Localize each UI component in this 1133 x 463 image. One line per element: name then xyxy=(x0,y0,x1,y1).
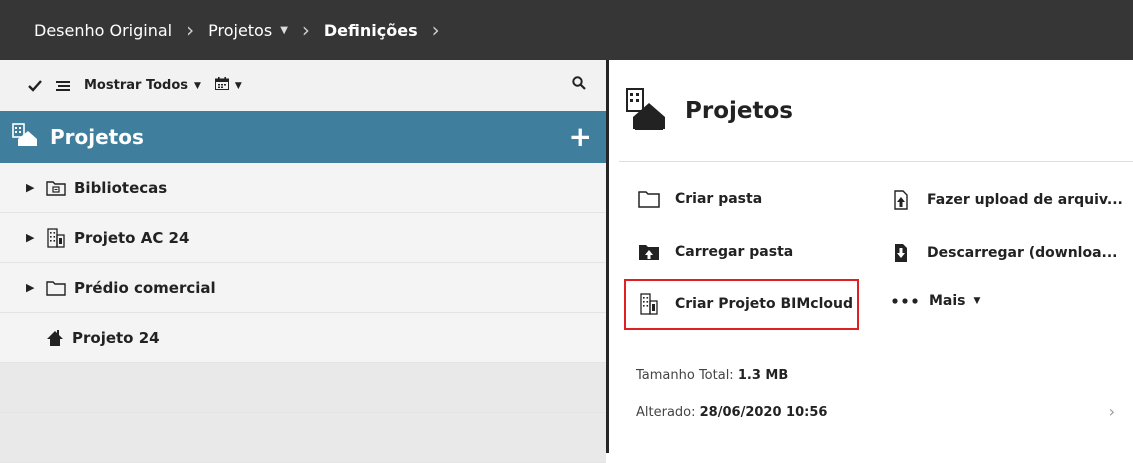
calendar-dropdown[interactable]: ▼ xyxy=(214,77,242,94)
projects-icon xyxy=(12,123,38,151)
list-icon[interactable] xyxy=(56,80,70,92)
chevron-right-icon: › xyxy=(186,18,195,42)
calendar-icon xyxy=(214,77,229,94)
house-icon xyxy=(46,329,64,347)
more-dots-icon xyxy=(889,298,921,304)
total-size-value: 1.3 MB xyxy=(737,368,789,383)
expand-arrow-icon[interactable]: ▶ xyxy=(26,281,36,294)
tree-toolbar: Mostrar Todos ▼ ▼ xyxy=(0,60,606,111)
download-label: Descarregar (downloa... xyxy=(927,245,1118,261)
more-dropdown[interactable]: Mais ▼ xyxy=(889,293,980,309)
building-icon xyxy=(46,227,66,248)
total-size-label: Tamanho Total: xyxy=(636,368,734,383)
upload-files-button[interactable]: Fazer upload de arquiv... xyxy=(889,190,1123,210)
show-all-dropdown[interactable]: Mostrar Todos ▼ xyxy=(84,78,201,93)
chevron-right-icon[interactable]: › xyxy=(1109,402,1115,421)
upload-folder-button[interactable]: Carregar pasta xyxy=(637,243,793,261)
details-title: Projetos xyxy=(685,98,793,124)
folder-icon xyxy=(46,280,66,296)
caret-down-icon: ▼ xyxy=(973,296,981,306)
project-tree: ▶ Bibliotecas ▶ Projeto AC 24 ▶ Prédio c… xyxy=(0,163,606,463)
total-size: Tamanho Total: 1.3 MB xyxy=(636,368,788,383)
upload-folder-icon xyxy=(637,243,661,261)
tree-item-projeto-ac-24[interactable]: ▶ Projeto AC 24 xyxy=(0,213,606,263)
tree-item-label: Prédio comercial xyxy=(74,278,216,297)
tree-item-label: Projeto 24 xyxy=(72,328,160,347)
folder-icon xyxy=(637,190,661,208)
divider-line xyxy=(619,161,1133,162)
checkmark-icon[interactable] xyxy=(28,79,42,92)
create-folder-button[interactable]: Criar pasta xyxy=(637,190,762,208)
caret-down-icon: ▼ xyxy=(194,80,201,91)
create-folder-label: Criar pasta xyxy=(675,191,763,207)
tree-item-projeto-24[interactable]: Projeto 24 xyxy=(0,313,606,363)
empty-row xyxy=(0,363,606,413)
tree-item-bibliotecas[interactable]: ▶ Bibliotecas xyxy=(0,163,606,213)
breadcrumb-label: Desenho Original xyxy=(34,20,173,40)
highlight-box xyxy=(624,279,859,330)
more-label: Mais xyxy=(929,293,966,309)
projects-large-icon xyxy=(623,87,667,135)
breadcrumb: Desenho Original › Projetos ▼ › Definiçõ… xyxy=(0,0,1133,60)
caret-down-icon[interactable]: ▼ xyxy=(280,25,288,36)
empty-row xyxy=(0,413,606,463)
download-icon xyxy=(889,243,913,263)
breadcrumb-item-projetos[interactable]: Projetos ▼ xyxy=(208,21,288,40)
chevron-right-icon: › xyxy=(301,18,310,42)
modified-label: Alterado: xyxy=(636,405,696,420)
breadcrumb-label: Projetos xyxy=(208,20,273,40)
projects-title: Projetos xyxy=(50,125,144,149)
upload-file-icon xyxy=(889,190,913,210)
tree-item-label: Bibliotecas xyxy=(74,178,168,197)
projects-header: Projetos + xyxy=(0,111,606,163)
download-button[interactable]: Descarregar (downloa... xyxy=(889,243,1118,263)
upload-folder-label: Carregar pasta xyxy=(675,244,794,260)
tree-item-predio-comercial[interactable]: ▶ Prédio comercial xyxy=(0,263,606,313)
breadcrumb-item-desenho-original[interactable]: Desenho Original xyxy=(34,21,172,40)
left-panel: Mostrar Todos ▼ ▼ Projetos + ▶ Bibliotec… xyxy=(0,60,606,463)
modified-value: 28/06/2020 10:56 xyxy=(699,405,828,420)
breadcrumb-item-definicoes[interactable]: Definições xyxy=(324,21,418,40)
show-all-label: Mostrar Todos xyxy=(84,78,188,93)
library-folder-icon xyxy=(46,180,66,196)
breadcrumb-label: Definições xyxy=(323,20,418,40)
expand-arrow-icon[interactable]: ▶ xyxy=(26,181,36,194)
details-header: Projetos xyxy=(609,60,1133,162)
chevron-right-icon: › xyxy=(431,18,440,42)
modified-date: Alterado: 28/06/2020 10:56 xyxy=(636,405,827,420)
add-icon[interactable]: + xyxy=(569,123,592,151)
caret-down-icon: ▼ xyxy=(234,80,242,91)
tree-item-label: Projeto AC 24 xyxy=(74,228,190,247)
upload-files-label: Fazer upload de arquiv... xyxy=(927,192,1123,208)
expand-arrow-icon[interactable]: ▶ xyxy=(26,231,36,244)
search-icon[interactable] xyxy=(572,76,586,94)
